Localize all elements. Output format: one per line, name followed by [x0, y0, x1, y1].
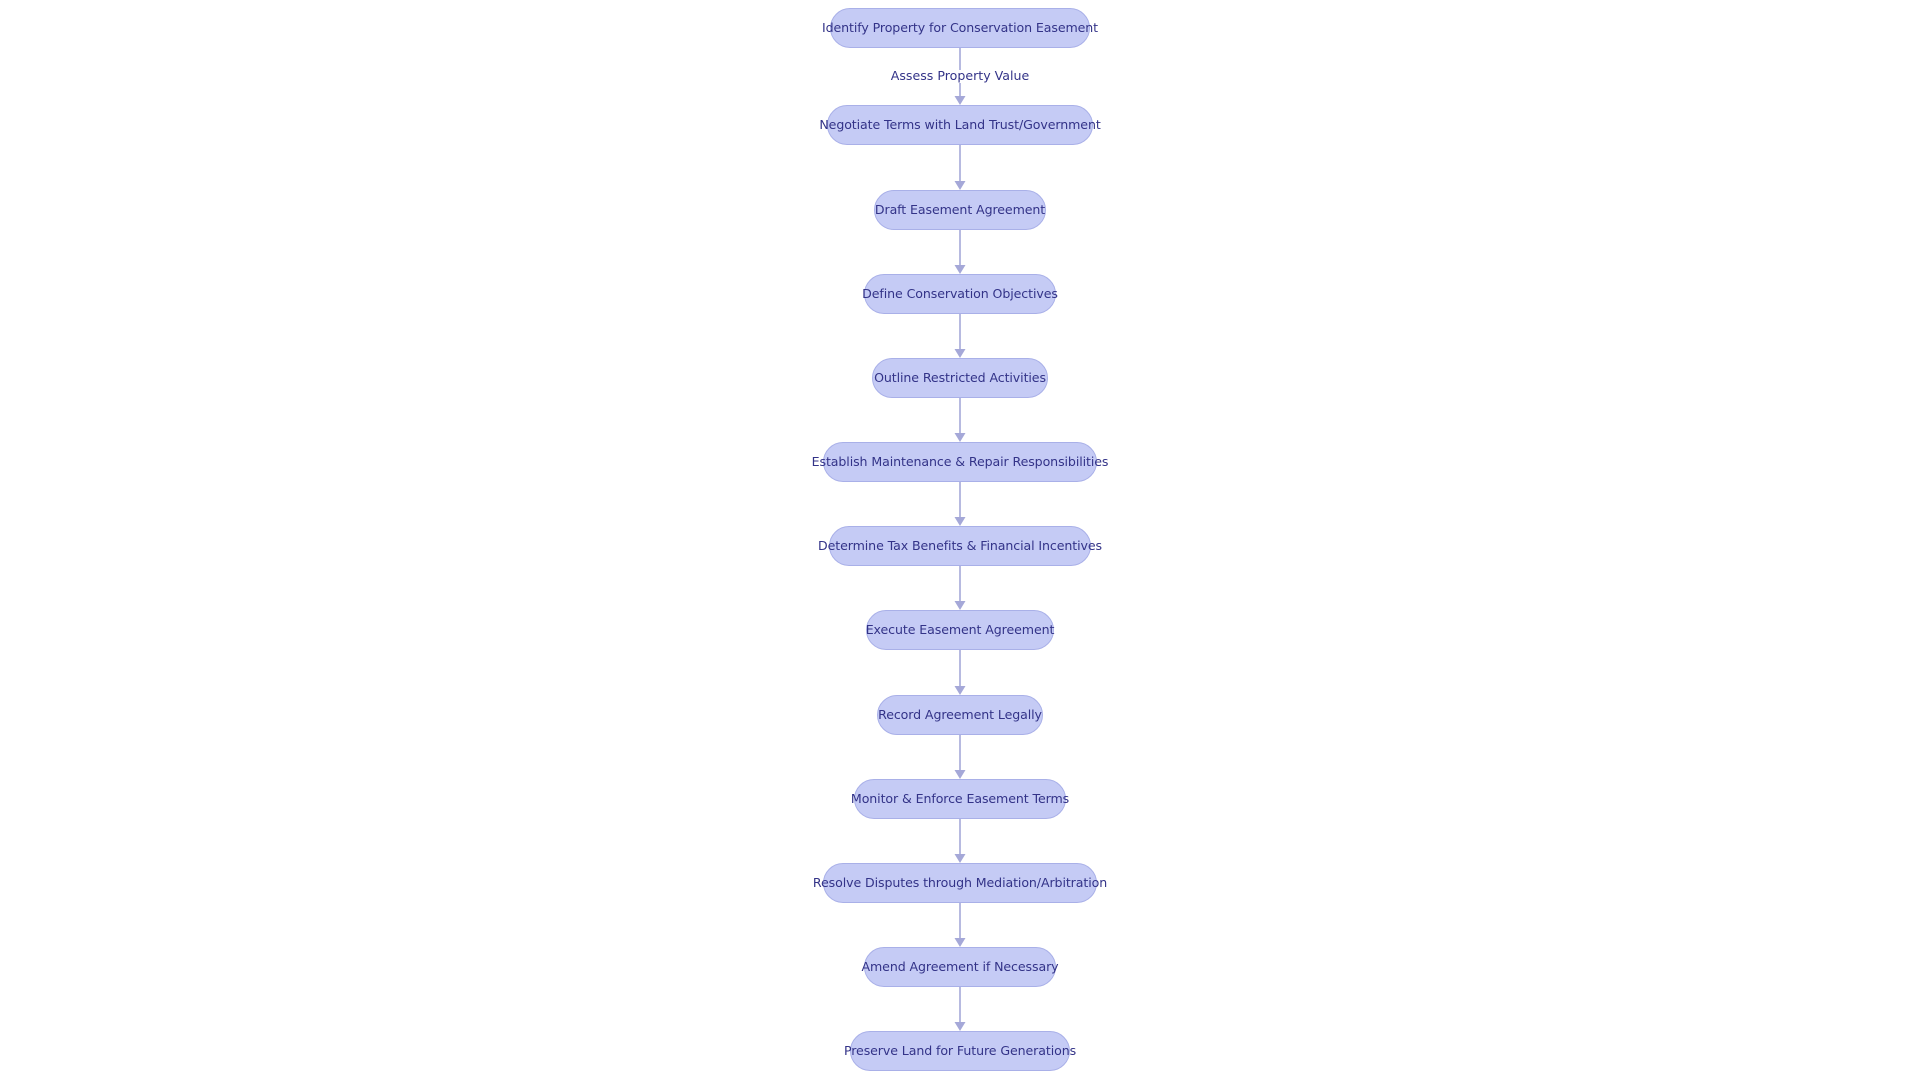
- flow-node-n9[interactable]: Record Agreement Legally: [877, 695, 1043, 735]
- flow-node-label: Negotiate Terms with Land Trust/Governme…: [819, 116, 1101, 132]
- flow-node-label: Preserve Land for Future Generations: [843, 1042, 1077, 1058]
- flow-node-n5[interactable]: Outline Restricted Activities: [872, 358, 1048, 398]
- flow-node-n8[interactable]: Execute Easement Agreement: [866, 610, 1054, 650]
- flow-node-label: Establish Maintenance & Repair Responsib…: [811, 453, 1109, 469]
- flow-node-label: Monitor & Enforce Easement Terms: [850, 790, 1070, 806]
- flow-node-n10[interactable]: Monitor & Enforce Easement Terms: [850, 779, 1070, 819]
- flow-node-label: Outline Restricted Activities: [874, 369, 1046, 385]
- flow-node-n7[interactable]: Determine Tax Benefits & Financial Incen…: [818, 526, 1102, 566]
- flow-node-label: Amend Agreement if Necessary: [861, 958, 1059, 974]
- flowchart-canvas: Assess Property Value Identify Property …: [0, 0, 1920, 1080]
- flow-node-n3[interactable]: Draft Easement Agreement: [874, 190, 1046, 230]
- flow-node-label: Resolve Disputes through Mediation/Arbit…: [812, 874, 1108, 890]
- flow-node-n1[interactable]: Identify Property for Conservation Easem…: [822, 8, 1098, 48]
- flow-node-label: Record Agreement Legally: [878, 706, 1042, 722]
- flow-node-label: Draft Easement Agreement: [874, 201, 1046, 217]
- flow-node-n11[interactable]: Resolve Disputes through Mediation/Arbit…: [813, 863, 1107, 903]
- flow-node-n2[interactable]: Negotiate Terms with Land Trust/Governme…: [819, 105, 1101, 145]
- flow-node-n6[interactable]: Establish Maintenance & Repair Responsib…: [812, 442, 1108, 482]
- flow-node-label: Define Conservation Objectives: [862, 285, 1058, 301]
- flow-node-n4[interactable]: Define Conservation Objectives: [862, 274, 1058, 314]
- flow-node-label: Execute Easement Agreement: [865, 621, 1055, 637]
- flow-node-n13[interactable]: Preserve Land for Future Generations: [844, 1031, 1076, 1071]
- flow-node-n12[interactable]: Amend Agreement if Necessary: [861, 947, 1059, 987]
- flow-node-label: Identify Property for Conservation Easem…: [821, 19, 1099, 35]
- node-layer: Identify Property for Conservation Easem…: [0, 0, 1920, 1080]
- flow-node-label: Determine Tax Benefits & Financial Incen…: [818, 537, 1102, 553]
